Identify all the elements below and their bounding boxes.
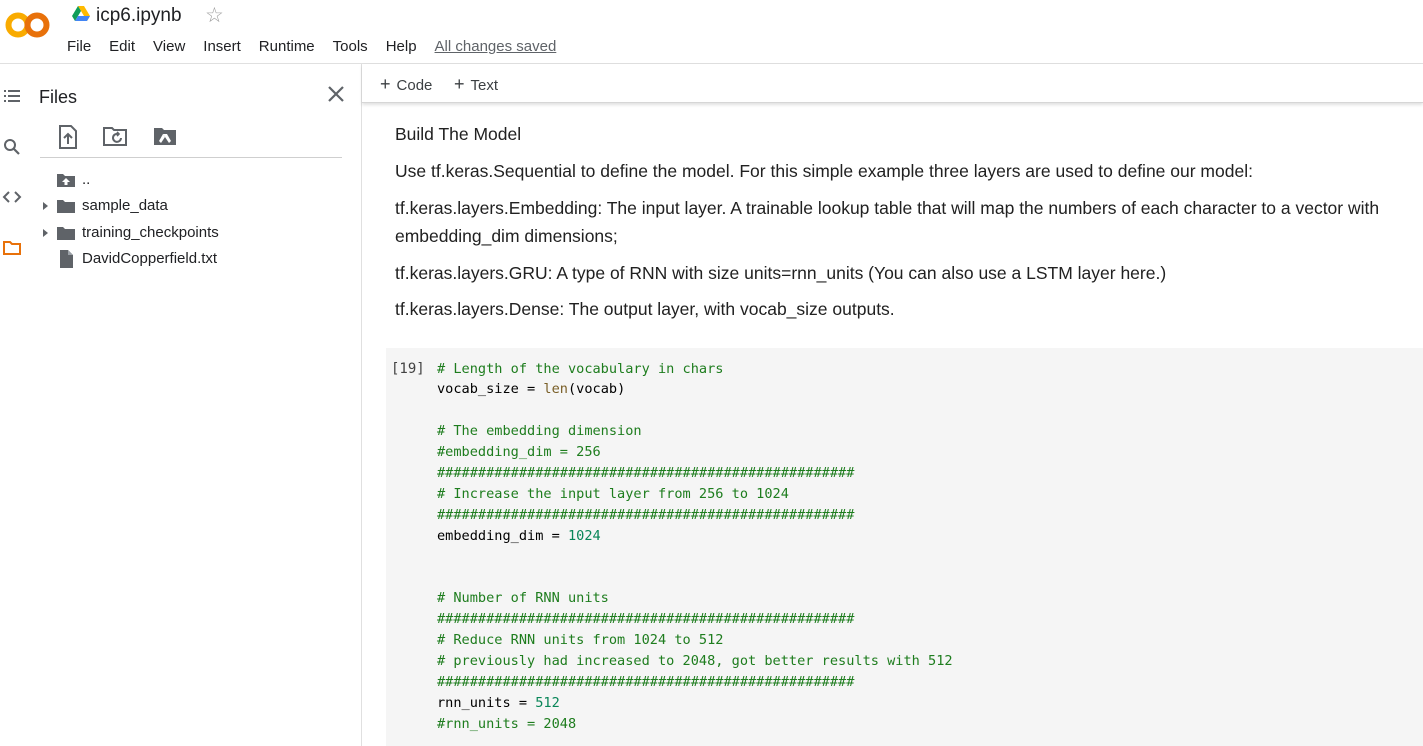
- code-token: len: [543, 381, 568, 397]
- text-paragraph: embedding_dim dimensions;: [395, 226, 618, 246]
- cell-heading: Build The Model: [395, 124, 522, 144]
- code-line: # previously had increased to 2048, got …: [437, 653, 953, 669]
- menu-help[interactable]: Help: [377, 37, 426, 57]
- file-tree-parent[interactable]: ..: [38, 168, 348, 192]
- code-line: # Length of the vocabulary in chars: [437, 361, 724, 377]
- code-token: rnn_units =: [437, 695, 536, 711]
- app-header: icp6.ipynb ☆ File Edit View Insert Runti…: [0, 0, 1423, 64]
- expand-caret-icon[interactable]: [38, 199, 52, 213]
- code-line: vocab_size = len(vocab): [437, 379, 625, 399]
- code-cell[interactable]: [19] # Length of the vocabulary in chars…: [386, 348, 1423, 746]
- files-panel: Files .. sample_data training_checkpoint…: [28, 64, 362, 746]
- file-tree-item-davidcopperfield[interactable]: DavidCopperfield.txt: [38, 247, 348, 271]
- notebook-toolbar: + Code + Text: [362, 64, 1423, 103]
- folder-icon: [57, 200, 75, 213]
- expand-caret-icon[interactable]: [38, 226, 52, 240]
- folder-icon[interactable]: [2, 238, 22, 258]
- code-token: embedding_dim =: [437, 528, 568, 544]
- file-tree-label: ..: [82, 171, 91, 188]
- code-line: # The embedding dimension: [437, 423, 642, 439]
- colab-logo-icon[interactable]: [4, 8, 52, 42]
- file-tree-label: sample_data: [82, 197, 168, 214]
- star-icon[interactable]: ☆: [205, 3, 224, 29]
- upload-icon[interactable]: [54, 124, 82, 150]
- search-icon[interactable]: [2, 137, 22, 157]
- files-toolbar: [54, 124, 354, 152]
- mount-drive-icon[interactable]: [152, 124, 180, 150]
- notebook-title[interactable]: icp6.ipynb: [96, 3, 182, 29]
- menu-view[interactable]: View: [144, 37, 194, 57]
- google-drive-icon: [72, 6, 90, 21]
- menu-tools[interactable]: Tools: [324, 37, 377, 57]
- menu-file[interactable]: File: [58, 37, 100, 57]
- add-text-button[interactable]: + Text: [454, 74, 498, 96]
- add-code-label: Code: [396, 77, 433, 94]
- text-paragraph: tf.keras.layers.Dense: The output layer,…: [395, 299, 895, 319]
- text-paragraph: tf.keras.layers.Embedding: The input lay…: [395, 198, 1380, 218]
- plus-icon: +: [380, 74, 391, 94]
- code-line: ########################################…: [437, 611, 855, 627]
- code-line: #embedding_dim = 256: [437, 444, 601, 460]
- code-line: rnn_units = 512: [437, 693, 560, 713]
- file-tree-label: DavidCopperfield.txt: [82, 250, 218, 267]
- code-snippets-icon[interactable]: [2, 187, 22, 207]
- code-token: (vocab): [567, 381, 626, 397]
- table-of-contents-icon[interactable]: [2, 86, 22, 106]
- code-line: ########################################…: [437, 674, 855, 690]
- files-divider: [40, 157, 342, 158]
- code-line: ########################################…: [437, 507, 855, 523]
- menu-runtime[interactable]: Runtime: [250, 37, 324, 57]
- text-paragraph: tf.keras.layers.GRU: A type of RNN with …: [395, 263, 1167, 283]
- plus-icon: +: [454, 74, 465, 94]
- menu-insert[interactable]: Insert: [194, 37, 250, 57]
- code-line: embedding_dim = 1024: [437, 526, 601, 546]
- execution-count[interactable]: [19]: [391, 359, 425, 379]
- code-line: # Number of RNN units: [437, 590, 609, 606]
- code-line: ########################################…: [437, 465, 855, 481]
- file-icon: [60, 250, 73, 268]
- file-tree-item-sample-data[interactable]: sample_data: [38, 194, 348, 218]
- menu-edit[interactable]: Edit: [100, 37, 144, 57]
- code-line: #rnn_units = 2048: [437, 716, 577, 732]
- save-status-link[interactable]: All changes saved: [426, 37, 566, 57]
- code-line: # Reduce RNN units from 1024 to 512: [437, 632, 724, 648]
- files-panel-title: Files: [39, 87, 78, 107]
- text-paragraph: Use tf.keras.Sequential to define the mo…: [395, 161, 1253, 181]
- add-text-label: Text: [470, 77, 499, 94]
- file-tree-item-training-checkpoints[interactable]: training_checkpoints: [38, 221, 348, 245]
- code-token: 1024: [567, 528, 601, 544]
- close-icon[interactable]: [325, 83, 347, 105]
- file-tree-label: training_checkpoints: [82, 224, 219, 241]
- code-token: vocab_size =: [437, 381, 544, 397]
- parent-folder-icon: [57, 174, 75, 187]
- code-token: 512: [535, 695, 560, 711]
- add-code-button[interactable]: + Code: [380, 74, 432, 96]
- code-line: # Increase the input layer from 256 to 1…: [437, 486, 789, 502]
- refresh-icon[interactable]: [102, 124, 130, 150]
- menu-bar: File Edit View Insert Runtime Tools Help…: [58, 37, 565, 57]
- folder-icon: [57, 227, 75, 240]
- left-rail: [0, 64, 28, 746]
